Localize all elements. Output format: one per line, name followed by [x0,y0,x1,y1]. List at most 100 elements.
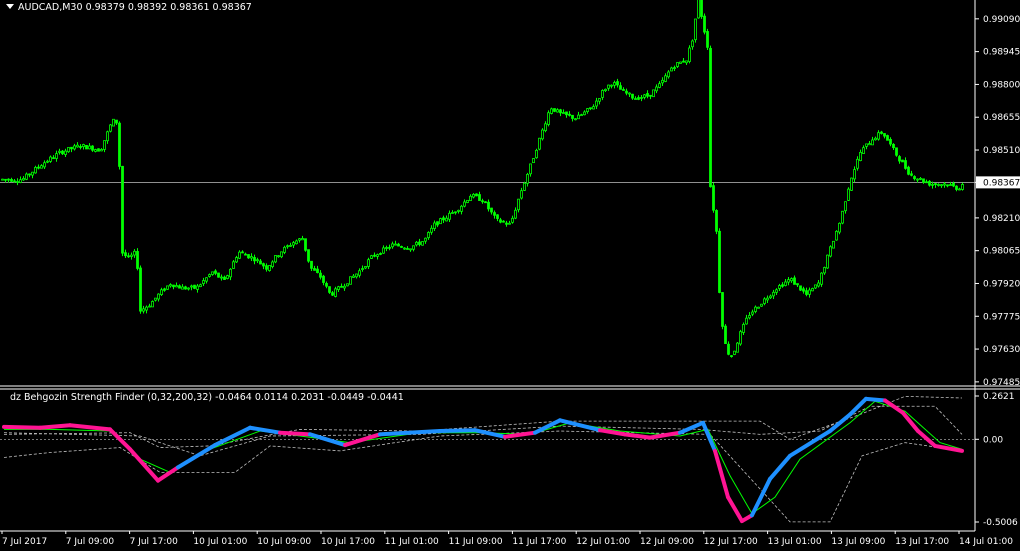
candle-body [148,305,151,308]
candle-body [286,245,289,248]
candle [286,244,289,249]
candle-body [412,245,415,250]
candle [727,341,730,356]
candle [298,238,301,243]
candle [589,107,592,111]
candle [811,287,814,292]
strength-segment [378,429,442,437]
strength-segment [156,465,180,483]
candle-body [583,111,586,116]
candle [538,137,541,151]
candle-body [766,297,769,301]
candle [304,238,307,252]
candle [679,61,682,64]
candle-body [562,112,565,114]
candle-body [601,90,604,98]
candle [175,282,178,288]
candle [934,183,937,188]
candle [64,148,67,158]
window-menu-icon[interactable] [6,4,14,9]
candle-body [823,267,826,274]
candle [748,312,751,320]
candle [151,300,154,308]
candle [910,170,913,177]
candle [262,262,265,270]
candle-body [763,298,766,304]
candle [880,130,883,135]
candle [847,187,850,202]
candle-body [637,97,640,100]
candle-body [751,311,754,315]
candle [808,287,811,298]
candle [358,268,361,278]
candle-body [409,248,412,251]
candle [484,201,487,204]
candle-body [616,81,619,86]
candle-body [73,145,76,150]
price-tick-label: 0.98510 [983,146,1020,156]
candle-body [865,143,868,147]
price-chart[interactable]: 0.99090 0.98945 0.98800 0.98655 0.98510 0.982… [0,0,1020,551]
candle-body [310,260,313,269]
candle [142,305,145,314]
candle-body [949,184,952,186]
candle [760,303,763,307]
candle-body [916,178,919,181]
candle-body [727,343,730,355]
candle-body [130,254,133,257]
candle [442,215,445,223]
candle [229,268,232,281]
candle [226,274,229,280]
candle [313,265,316,271]
candle [874,136,877,141]
candle [436,221,439,228]
candle [526,172,529,187]
candle-body [154,297,157,301]
candle [43,160,46,170]
candle-body [532,158,535,164]
candle-body [961,184,964,190]
candle [940,184,943,188]
candle-body [46,160,49,163]
candle-body [538,137,541,150]
strength-segment [701,420,717,453]
candle-body [598,98,601,102]
candle-body [160,289,163,296]
candle-body [421,241,424,246]
time-tick-label: 7 Jul 2017 [2,537,47,547]
candle [61,150,64,155]
candle-body [670,67,673,72]
candle-body [718,230,721,293]
candle-body [610,84,613,87]
indicator-value-1: -0.0464 [215,392,252,403]
candle-body [316,268,319,274]
candle-body [7,178,10,181]
candle [130,252,133,260]
candle-body [607,84,610,89]
candle-body [802,288,805,292]
candle [697,0,700,19]
candle-body [334,288,337,297]
candle-body [307,249,310,262]
candle-body [715,210,718,232]
candle-body [826,254,829,269]
candle [217,272,220,278]
candle [856,156,859,171]
candle-body [691,40,694,48]
candle [34,165,37,174]
candle [319,270,322,280]
candle [622,87,625,91]
candle [703,13,706,35]
candle-body [106,131,109,142]
candle-body [115,119,118,124]
strength-segment [883,398,905,415]
chart-terminal[interactable]: 0.99090 0.98945 0.98800 0.98655 0.98510 0.982… [0,0,1020,551]
candle-body [433,222,436,229]
time-tick-label: 14 Jul 01:00 [959,537,1013,547]
candle-body [898,156,901,162]
candle [160,287,163,296]
candle [118,121,121,170]
candle-body [181,286,184,290]
candle-body [43,162,46,168]
candle [958,187,961,191]
